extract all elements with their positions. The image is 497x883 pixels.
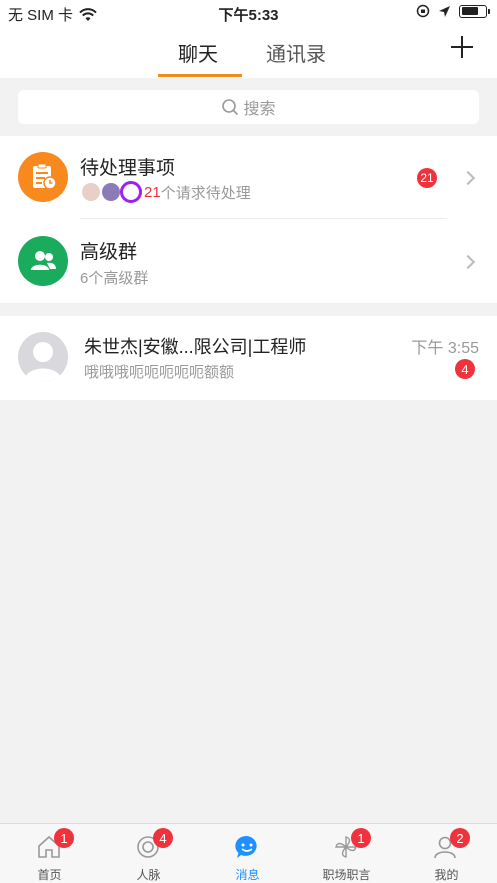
chevron-right-icon bbox=[460, 254, 476, 270]
connections-badge: 4 bbox=[153, 828, 173, 848]
avatar bbox=[18, 332, 68, 382]
chat-list-item[interactable]: 朱世杰|安徽...限公司|工程师 哦哦哦呃呃呃呃呃额额 下午 3:55 4 bbox=[0, 316, 497, 400]
groups-title: 高级群 bbox=[80, 242, 138, 263]
row-divider bbox=[80, 218, 447, 219]
tab-contacts[interactable]: 通讯录 bbox=[266, 38, 326, 67]
search-placeholder: 搜索 bbox=[243, 101, 276, 118]
search-icon bbox=[222, 99, 239, 116]
tab-home-label: 首页 bbox=[37, 868, 62, 882]
group-icon bbox=[18, 236, 68, 286]
requester-avatar bbox=[100, 181, 122, 203]
tab-home[interactable]: 1 首页 bbox=[0, 824, 99, 883]
chat-preview: 哦哦哦呃呃呃呃呃额额 bbox=[84, 364, 235, 381]
profile-badge: 2 bbox=[450, 828, 470, 848]
status-bar: 无 SIM 卡 下午5:33 bbox=[0, 0, 497, 26]
orientation-lock-icon bbox=[416, 4, 430, 18]
pending-count: 21 bbox=[144, 183, 161, 201]
chat-time: 下午 3:55 bbox=[411, 340, 479, 357]
groups-row[interactable]: 高级群 6个高级群 bbox=[0, 220, 497, 303]
top-navigation: 聊天 通讯录 bbox=[0, 26, 497, 78]
pending-subtitle-row: 21 个请求待处理 bbox=[80, 181, 251, 203]
tab-workplace-label: 职场职言 bbox=[322, 868, 371, 882]
home-badge: 1 bbox=[54, 828, 74, 848]
chat-name: 朱世杰|安徽...限公司|工程师 bbox=[84, 337, 307, 357]
pending-badge: 21 bbox=[417, 168, 437, 188]
pending-items-row[interactable]: 待处理事项 21 个请求待处理 21 bbox=[0, 136, 497, 219]
search-section: 搜索 bbox=[0, 78, 497, 136]
battery-icon bbox=[459, 4, 490, 18]
plus-icon[interactable] bbox=[449, 34, 475, 60]
tab-messages-label: 消息 bbox=[235, 868, 260, 882]
location-icon bbox=[439, 5, 450, 17]
tab-profile-label: 我的 bbox=[434, 868, 459, 882]
requester-avatar bbox=[80, 181, 102, 203]
pending-subtitle: 个请求待处理 bbox=[160, 184, 251, 202]
tab-connections-label: 人脉 bbox=[136, 868, 161, 882]
groups-subtitle: 6个高级群 bbox=[80, 270, 149, 287]
requester-avatar bbox=[120, 181, 142, 203]
bottom-tab-bar: 1 首页 4 人脉 消息 1 职场职言 2 我的 bbox=[0, 823, 497, 883]
tab-profile[interactable]: 2 我的 bbox=[396, 824, 497, 883]
workplace-badge: 1 bbox=[351, 828, 371, 848]
tab-workplace[interactable]: 1 职场职言 bbox=[297, 824, 396, 883]
status-right-group bbox=[416, 4, 490, 18]
clipboard-clock-icon bbox=[18, 152, 68, 202]
message-icon bbox=[235, 835, 257, 858]
active-tab-indicator bbox=[158, 74, 242, 77]
unread-badge: 4 bbox=[455, 359, 475, 379]
search-input[interactable]: 搜索 bbox=[18, 90, 479, 124]
tab-messages[interactable]: 消息 bbox=[198, 824, 297, 883]
tab-chat[interactable]: 聊天 bbox=[178, 38, 218, 67]
chevron-right-icon bbox=[460, 170, 476, 186]
pending-title: 待处理事项 bbox=[80, 158, 176, 179]
system-list: 待处理事项 21 个请求待处理 21 高级群 6个高级群 bbox=[0, 136, 497, 303]
tab-connections[interactable]: 4 人脉 bbox=[99, 824, 198, 883]
